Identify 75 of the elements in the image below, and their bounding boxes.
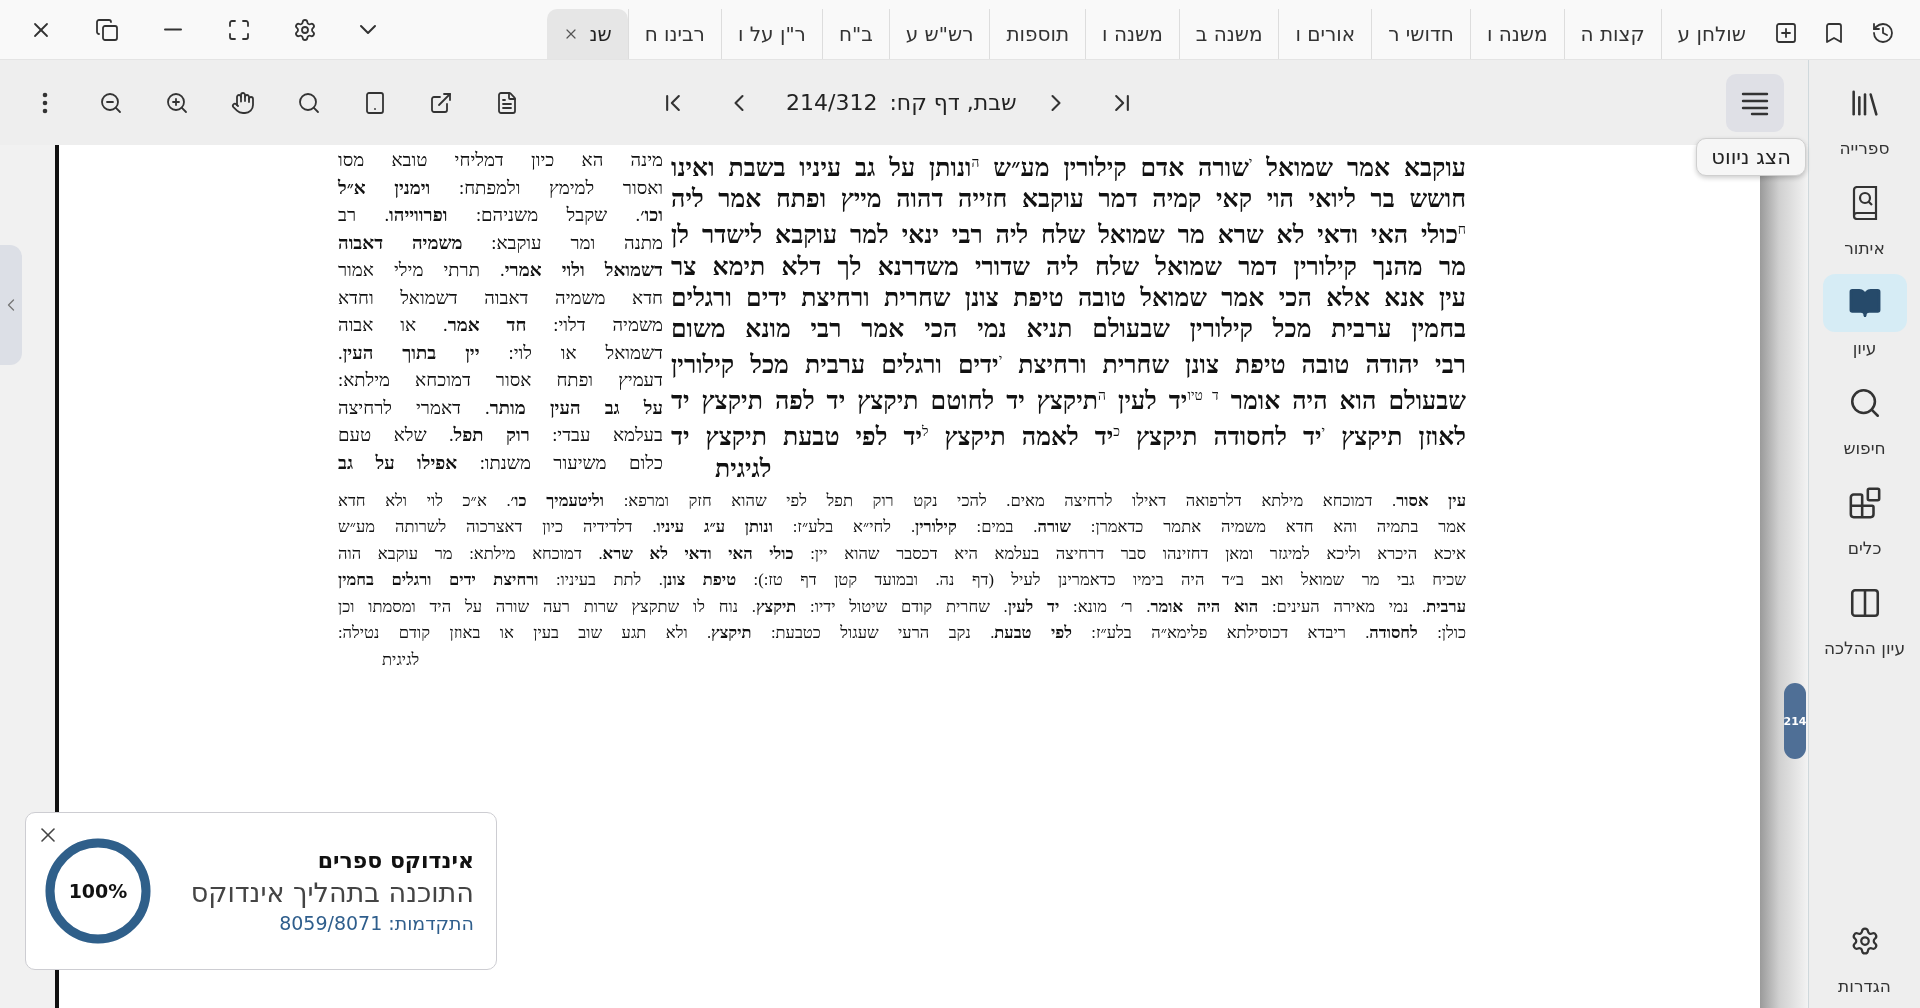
rashi-line: דעמיץ ופתח אסור דמוכחא מילתא: xyxy=(338,369,663,392)
navigation-toggle-button[interactable] xyxy=(1726,73,1784,132)
rashi-line: ואסור למימץ ולמפתח: וימנין א״ל xyxy=(338,176,663,200)
external-link-icon xyxy=(429,90,453,115)
plus-icon xyxy=(1774,21,1798,45)
tab[interactable]: ר"ן על ו xyxy=(720,9,822,59)
tab[interactable]: משנה ו xyxy=(1085,9,1179,59)
commentary-line: ערבית. נמי מאירה העינים: הוא היה אומר. ר׳ מונא: יד לעין. שחרית קודם שיטול ידיו: תיקצץ. נוח לו שתקצץ שרות רעה שורה על היד ומסמתו וכן xyxy=(338,595,1466,618)
rashi-line: מתנה ומר עוקבא: משמיה דאבוה xyxy=(338,231,663,255)
tab[interactable]: קצות ה xyxy=(1563,9,1661,59)
gemara-line: $^{ח}$כולי האי ודאי לא שרא מר שמואל שלח ליה רבי ינאי למר עוקבא לישדר לן xyxy=(671,220,1466,251)
page-scroll-thumb[interactable]: 214 xyxy=(1784,683,1806,759)
minimize-icon xyxy=(164,28,182,31)
tab[interactable]: שולחן ע xyxy=(1660,9,1762,59)
gemara-line: בחמין ערבית מכל קילורין שבעולם תניא נמי הכי אמר רבי מונא משום xyxy=(671,313,1466,344)
gemara-line: שבעולם הוא היה אומר $^{ד טיו}$יד לעין $^{ה}$תיקצץ יד לחוטם תיקצץ יד לפה תיקצץ יד xyxy=(671,386,1466,417)
settings-item[interactable]: הגדרות xyxy=(1808,908,1920,1008)
notification-message: התוכנה בתהליך אינדוקס xyxy=(189,877,474,908)
tab[interactable]: משנה ב xyxy=(1178,9,1279,59)
tab[interactable]: חדושי ר xyxy=(1371,9,1470,59)
progress-text: התקדמות: 8059/8071 xyxy=(278,912,474,934)
progress-percent: 100% xyxy=(68,881,128,901)
page-counter: 214/312 xyxy=(785,90,879,115)
tab[interactable]: תוספות xyxy=(989,9,1086,59)
tab[interactable]: שנ xyxy=(547,9,628,59)
side-panel-toggle[interactable] xyxy=(0,245,22,365)
sidebar-item[interactable]: איתור xyxy=(1808,170,1920,270)
sidebar-item[interactable]: עיון xyxy=(1808,270,1920,370)
restore-icon xyxy=(95,17,119,42)
gemara-line: מר מהנך קילורין דמר שמואל שלח ליה שדורי משדרנא לך דלא תימא צר xyxy=(671,251,1466,282)
gemara-line: עין אנא אלא הכי אמר שמואל טובה טיפת צונן שחרית ורחיצת ידים ורגלים xyxy=(671,282,1466,313)
rashi-line: דשמואל או לוי: יין בתוך העין. xyxy=(338,341,663,365)
settings-icon xyxy=(293,17,317,42)
tab[interactable]: משנה ו xyxy=(1469,9,1564,59)
fullscreen-icon xyxy=(227,17,251,42)
zoom-in-icon xyxy=(165,90,189,115)
sidebar-item[interactable]: חיפוש xyxy=(1808,370,1920,470)
rashi-line: מינה הא כיון דמליחי טובא מסו xyxy=(338,149,663,172)
hand-icon xyxy=(231,90,255,115)
sidebar-item[interactable]: כלים xyxy=(1808,470,1920,570)
tab[interactable]: ב"ח xyxy=(821,9,889,59)
commentary-line: לגיגית xyxy=(381,648,421,671)
rashi-line: בעלמא עבדי: רוק תפל. שלא טעם xyxy=(338,424,663,447)
zoom-out-icon xyxy=(99,90,123,115)
rashi-line: דשמואל ולוי אמרי. תרתי מילי אמור xyxy=(338,259,663,282)
tab[interactable]: אורים ו xyxy=(1278,9,1372,59)
more-icon xyxy=(42,91,48,114)
commentary-line: שכיח גבי מר שמואל ואב ב״ד היה בימיו כדאמרינן לעיל (דף נה. ובמועד קטן דף טז:): טיפת צונן. לתת בעיניו: ורחיצת ידים ורגלים בחמין xyxy=(338,569,1466,592)
gemara-line: לגיגית xyxy=(714,453,773,484)
document-icon xyxy=(495,90,519,115)
sidebar-item[interactable]: עיון ההלכה xyxy=(1808,570,1920,670)
gemara-line: רבי יהודה טובה טיפת צונן שחרית ורחיצת $^{י}$ידים ורגלים ערבית מכל קילורין xyxy=(671,350,1466,380)
page-title: שבת, דף קח: xyxy=(888,90,1018,115)
gemara-line: לאוזן תיקצץ $^{י}$יד לחסודה תיקצץ $^{כ}$יד לאמה תיקצץ $^{ל}$יד לפי טבעת תיקצץ יד xyxy=(671,422,1466,453)
commentary-line: אמר בתמיה והא חדא משמיה אתמר כדאמרן: שורה. במים: קילורין. לחי״א בלע״ז: ונותן ע״ג עיניו. דלדידיה כיון דאצרכוה לשרותה מע״ש xyxy=(338,516,1466,539)
rashi-line: חדא משמיה דאבוה דשמואל וחדא xyxy=(338,286,663,310)
gemara-line: עוקבא אמר שמואל $^{י}$שורה אדם קילורין מע״ש $^{ה}$ונותן על גב עיניו בשבת ואינו xyxy=(671,153,1466,184)
notification-title: אינדוקס ספרים xyxy=(316,848,474,873)
tablet-icon xyxy=(363,90,387,115)
commentary-line: כולן: לחסודה. ריבדא דכוסילתא פלימא״ה בלע״ז: לפי טבעת. נקב הרעי שעגול כטבעת: תיקצץ. ולא תגע שוב בעין או באוזן קודם נטילה: xyxy=(338,622,1466,645)
sidebar-item[interactable]: ספרייה xyxy=(1808,70,1920,170)
commentary-line: עין אסור. דמוכחא מילתא דלרפואה דאילו לרחיצה מאים. להכי נקט רוק תפל לפי שהוא חזק ומרפא: וליטעמיך כו׳. א״כ לוי ולא חדא xyxy=(338,489,1466,512)
rashi-line: על גב העין מותר. דאמרי לרחיצה xyxy=(338,396,663,420)
rashi-line: משמיה דלוי: חד אמר. או אבוה xyxy=(338,314,663,337)
tooltip: הצג ניווט xyxy=(1696,138,1806,176)
history-icon xyxy=(1871,21,1895,45)
chevron-down-icon xyxy=(359,24,377,35)
search-icon xyxy=(297,90,321,115)
commentary-line: איכא היכרא וליכא למיגזר ומאן דחזינהו סבר דרחיצה בעלמא היא דכסבר שהוא יין: כולי האי ודאי לא שרא. דמוכחא מילתא: מר עוקבא הוה xyxy=(338,542,1466,565)
tab[interactable]: רש"ש ע xyxy=(888,9,990,59)
gemara-line: חושש בר ליואי הוי קאי קמיה דמר עוקבא חזייה דהוה מייץ ופתח אמר ליה xyxy=(671,184,1466,215)
blocks-icon xyxy=(1847,486,1882,520)
rashi-line: וכו׳. שקבל משניהם: ופרווייהו. רב xyxy=(338,204,663,227)
rashi-line: כלום משיעור משנתו: אפילו על גב xyxy=(338,451,663,475)
open-book-icon xyxy=(1847,286,1882,320)
